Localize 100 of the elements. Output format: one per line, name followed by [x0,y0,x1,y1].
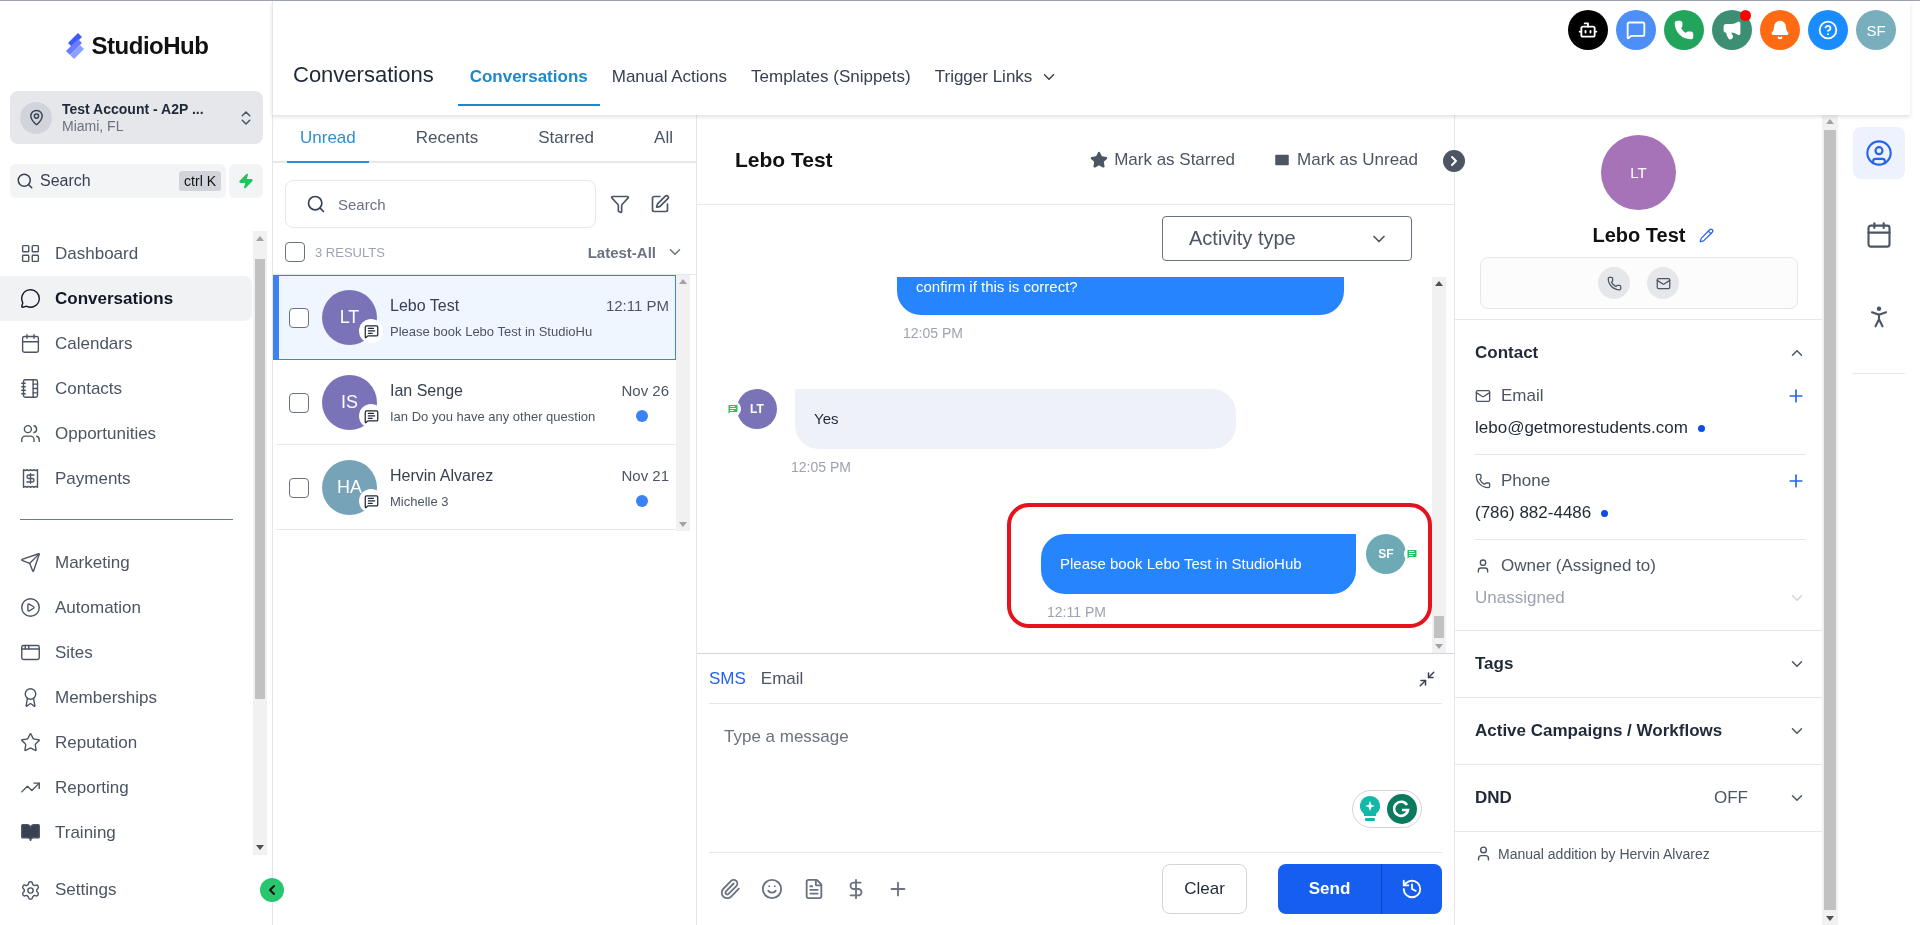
phone-button[interactable] [1664,10,1704,50]
star-icon [20,732,41,753]
added-by-note: Manual addition by Hervin Alvarez [1498,845,1710,862]
scroll-thumb[interactable] [1434,616,1444,638]
scrollbar[interactable] [1432,277,1446,653]
scroll-thumb[interactable] [255,259,265,699]
select-all-checkbox[interactable] [285,242,305,262]
lightbulb-icon [1360,796,1380,822]
schedule-button[interactable] [1382,864,1442,914]
nav-item[interactable]: Dashboard [0,231,252,276]
message-field[interactable]: Type a message [709,704,1442,853]
search-field[interactable]: Search [285,180,596,228]
next-button[interactable] [1443,150,1465,172]
collapse-button[interactable] [260,878,284,902]
message-time: 12:05 PM [791,459,851,475]
nav-item[interactable]: Memberships [0,675,252,720]
nav-item[interactable]: Calendars [0,321,252,366]
section-header[interactable]: Contact [1475,320,1806,386]
person-icon [1475,845,1492,862]
nav-item[interactable]: Payments [0,456,252,501]
row-checkbox[interactable] [289,392,309,413]
contact-name: Lebo Test [390,296,460,315]
activity-type-dropdown[interactable]: Activity type [1162,216,1412,261]
book-icon [20,822,41,843]
megaphone-button[interactable] [1712,10,1752,50]
account-switcher[interactable]: Test Account - A2P ... Miami, FL [10,91,263,144]
mail-icon [1475,388,1491,404]
message-time: Nov 21 [621,466,669,485]
collapse-icon[interactable] [1418,669,1436,688]
message-time: 12:11 PM [1047,604,1106,620]
emoji-icon[interactable] [761,878,783,900]
call-button[interactable] [1598,267,1630,299]
clear-button[interactable]: Clear [1162,864,1247,914]
list-tab[interactable]: Recents [402,115,492,163]
field-label: Email [1501,386,1545,406]
nav-item[interactable]: Conversations [0,276,252,321]
search-icon [16,172,34,190]
list-tab[interactable]: Starred [525,115,607,163]
calendar-icon [20,333,41,354]
header-tab[interactable]: Conversations [457,61,600,106]
header-tab[interactable]: Trigger Links [922,61,1071,106]
edit-icon[interactable] [1699,228,1715,243]
scroll-thumb[interactable] [1824,130,1836,910]
contact-name: Lebo Test [1592,224,1686,247]
scrollbar[interactable] [1822,115,1838,925]
nav-item[interactable]: Reputation [0,720,252,765]
notebook-icon [20,378,41,399]
settings-item[interactable]: Settings [0,855,272,925]
search-field[interactable]: Search ctrl K [10,164,226,198]
section-header[interactable]: Tags [1475,631,1806,697]
scroll-down-icon[interactable] [1826,916,1834,921]
message-bubble: Please book Lebo Test in StudioHub [1041,534,1356,594]
rail-button[interactable] [1853,127,1905,179]
scroll-down-icon[interactable] [256,845,264,850]
scroll-up-icon[interactable] [1435,281,1443,286]
bell-button[interactable] [1760,10,1800,50]
nav-item[interactable]: Training [0,810,252,855]
person-icon [1475,558,1491,574]
search-icon [306,194,326,214]
message-time: Nov 26 [621,381,669,400]
header-action[interactable]: Mark as Unread [1273,149,1418,170]
header-tab[interactable]: Templates (Snippets) [739,61,923,106]
field-value: lebo@getmorestudents.com [1475,418,1688,438]
section-header[interactable]: DND OFF [1475,765,1806,831]
section-header[interactable]: Active Campaigns / Workflows [1475,698,1806,764]
sort-dropdown[interactable]: Latest-All [587,243,684,261]
email-button[interactable] [1647,267,1679,299]
conversation-item[interactable]: LT Lebo Test 12:11 PM Please book Lebo Test in StudioHu [273,275,676,360]
channel-tab[interactable]: SMS [709,668,746,689]
row-checkbox[interactable] [289,307,309,328]
header-action[interactable]: Mark as Starred [1090,149,1236,170]
scrollbar[interactable] [253,231,267,855]
location-icon [27,109,45,126]
bot-button[interactable] [1568,10,1608,50]
help-button[interactable] [1808,10,1848,50]
chat-button[interactable] [1616,10,1656,50]
field-label: Phone [1501,471,1552,491]
help-icon [1818,20,1838,40]
header-tab[interactable]: Manual Actions [599,61,740,106]
row-checkbox[interactable] [289,477,309,498]
attach-icon[interactable] [719,878,741,900]
nav-item[interactable]: Contacts [0,366,252,411]
nav-item[interactable]: Reporting [0,765,252,810]
nav-item[interactable]: Opportunities [0,411,252,456]
nav-item[interactable]: Marketing [0,540,252,585]
list-tab[interactable]: Unread [287,115,369,163]
nav-item[interactable]: Sites [0,630,252,675]
writing-assistant[interactable] [1352,790,1422,828]
send-button[interactable]: Send [1278,864,1382,914]
lightning-icon [238,173,254,189]
list-tab[interactable]: All [641,115,686,163]
document-icon[interactable] [803,878,825,900]
nav-item[interactable]: Automation [0,585,252,630]
grid-icon [20,243,41,264]
channel-tab[interactable]: Email [760,668,804,689]
compose-icon[interactable] [650,194,670,214]
megaphone-icon [1722,20,1742,40]
message-icon [363,493,379,509]
people-icon [20,423,41,444]
filter-icon[interactable] [610,194,630,214]
